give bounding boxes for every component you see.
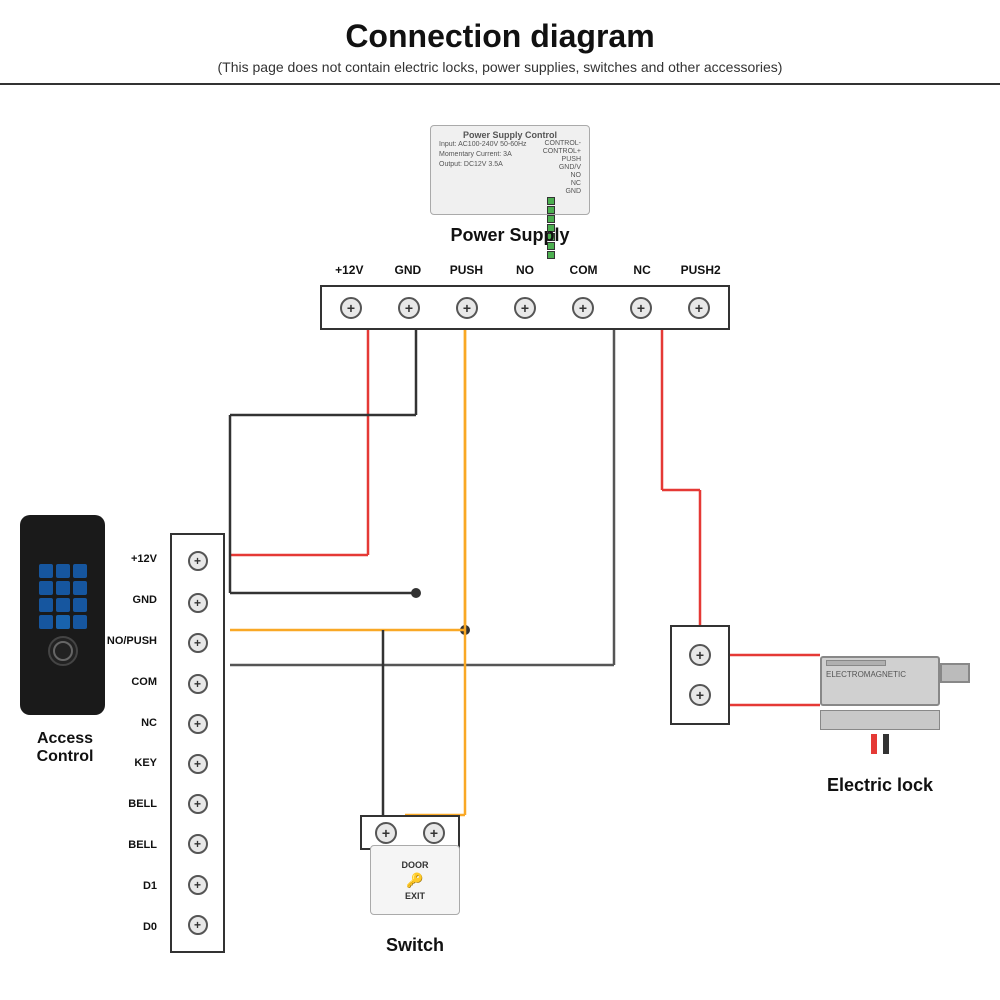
lock-wires [871, 734, 889, 754]
ac-label-d0: D0 [100, 917, 165, 937]
ac-screw-com [188, 674, 208, 694]
label-push2: PUSH2 [676, 263, 726, 277]
keypad [39, 564, 87, 629]
terminal-no [514, 297, 536, 319]
switch-label: Switch [355, 935, 475, 956]
switch-exit-text: EXIT [405, 891, 425, 901]
ps-title: Power Supply Control [463, 130, 557, 140]
terminal-push2 [688, 297, 710, 319]
lock-body: ELECTROMAGNETIC [820, 656, 940, 706]
electric-lock: ELECTROMAGNETIC [810, 645, 950, 765]
door-screw-1 [689, 644, 711, 666]
ac-label-12v: +12V [100, 549, 165, 569]
terminal-gnd [398, 297, 420, 319]
ac-label-nopush: NO/PUSH [100, 631, 165, 651]
power-supply-unit: Power Supply Control Input: AC100-240V 5… [430, 125, 590, 215]
diagram: Power Supply Control Input: AC100-240V 5… [0, 95, 1000, 975]
ac-screw-nc [188, 714, 208, 734]
label-no: NO [500, 263, 550, 277]
label-com: COM [559, 263, 609, 277]
label-nc: NC [617, 263, 667, 277]
ac-screw-d1 [188, 875, 208, 895]
door-terminal-block [670, 625, 730, 725]
power-supply-label: Power Supply [430, 225, 590, 246]
ac-label-com: COM [100, 672, 165, 692]
ac-label-key: KEY [100, 753, 165, 773]
ac-label-gnd: GND [100, 590, 165, 610]
terminal-12v [340, 297, 362, 319]
header: Connection diagram (This page does not c… [0, 0, 1000, 85]
terminal-com [572, 297, 594, 319]
switch-text: DOOR [402, 860, 429, 870]
ac-terminal-labels: +12V GND NO/PUSH COM NC KEY BELL BELL D1… [100, 533, 165, 953]
ac-screw-bell1 [188, 794, 208, 814]
header-subtitle: (This page does not contain electric loc… [20, 59, 980, 75]
terminal-nc [630, 297, 652, 319]
fingerprint-sensor [48, 636, 78, 666]
ac-label-bell1: BELL [100, 794, 165, 814]
ps-terminal-block [320, 285, 730, 330]
switch-icon: 🔑 [406, 872, 423, 889]
switch-screw-2 [423, 822, 445, 844]
ac-screw-d0 [188, 915, 208, 935]
ac-label-nc: NC [100, 713, 165, 733]
lock-arm [940, 663, 970, 683]
switch-screw-1 [375, 822, 397, 844]
page-title: Connection diagram [20, 18, 980, 55]
switch-device: DOOR 🔑 EXIT [370, 845, 460, 915]
access-control-device [20, 515, 105, 715]
label-gnd: GND [383, 263, 433, 277]
ac-screw-key [188, 754, 208, 774]
ac-screw-12v [188, 551, 208, 571]
label-push: PUSH [441, 263, 491, 277]
ac-terminal-block [170, 533, 225, 953]
ac-label-d1: D1 [100, 876, 165, 896]
ac-screw-bell2 [188, 834, 208, 854]
door-screw-2 [689, 684, 711, 706]
lock-mounting [820, 710, 940, 730]
ac-label-bell2: BELL [100, 835, 165, 855]
ac-screw-gnd [188, 593, 208, 613]
terminal-push [456, 297, 478, 319]
electric-lock-label: Electric lock [800, 775, 960, 796]
ac-screw-nopush [188, 633, 208, 653]
terminal-labels-row: +12V GND PUSH NO COM NC PUSH2 [320, 263, 730, 277]
label-12v: +12V [324, 263, 374, 277]
